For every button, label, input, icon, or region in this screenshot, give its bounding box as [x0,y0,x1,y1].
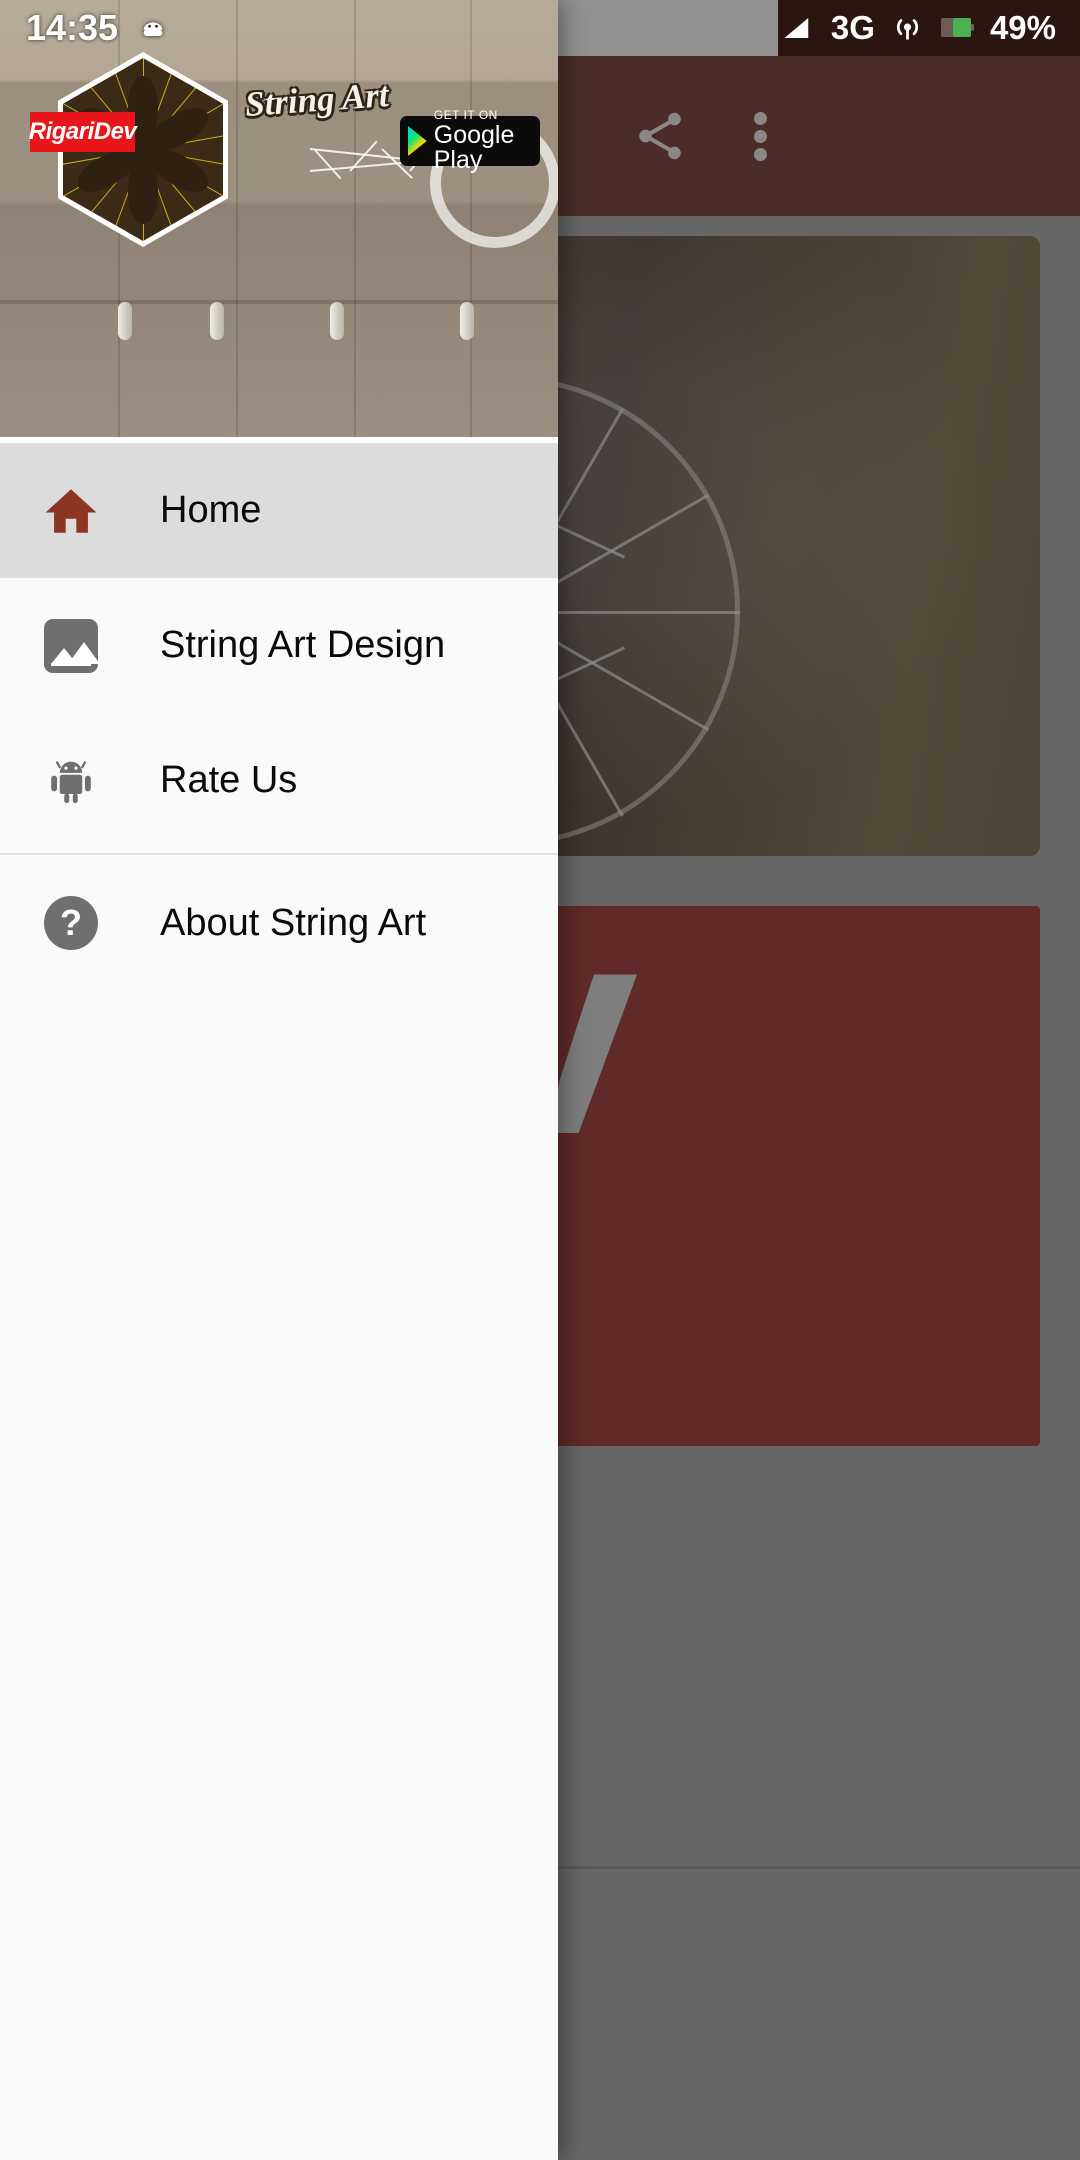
image-icon [40,615,102,677]
sidebar-item-label: About String Art [160,901,427,944]
sidebar-item-string-art-design[interactable]: String Art Design [0,578,558,713]
network-type-label: 3G [830,9,875,46]
home-icon [40,480,102,542]
sidebar-item-label: String Art Design [160,624,446,666]
wifi-hotspot-icon [896,18,919,39]
status-bar-right: 3G 49% [779,0,1056,56]
sidebar-item-home[interactable]: Home [0,443,558,578]
battery-icon [940,18,974,37]
brand-label-text: RigariDev [28,118,137,145]
google-play-badge[interactable]: GET IT ON Google Play [400,109,540,173]
sidebar-item-about-string-art[interactable]: ? About String Art [0,859,558,987]
google-play-large-text: Google Play [433,121,515,174]
status-bar-left: 14:35 [26,0,170,56]
navigation-drawer: RigariDev String Art GET IT ON Google Pl… [0,0,558,2160]
brand-label: RigariDev [28,112,137,152]
sidebar-item-label: Rate Us [160,759,298,801]
signal-bars-icon [784,18,809,38]
sidebar-item-rate-us[interactable]: Rate Us [0,713,558,848]
drawer-menu-divider [0,853,558,855]
drawer-header: RigariDev String Art GET IT ON Google Pl… [0,0,558,437]
android-icon [40,750,102,812]
google-play-small-text: GET IT ON [433,108,498,122]
google-play-icon [408,126,427,156]
status-time: 14:35 [26,7,119,48]
android-head-icon [143,22,163,36]
battery-percent-label: 49% [989,9,1056,46]
drawer-menu: Home String Art Design Rate Us ? About S… [0,443,558,987]
status-bar: 14:35 3G 49% [0,0,1080,56]
drawer-menu-section-primary: Home String Art Design Rate Us [0,443,558,848]
sidebar-item-label: Home [160,489,262,531]
drawer-menu-section-secondary: ? About String Art [0,859,558,987]
help-circle-icon: ? [40,892,102,954]
